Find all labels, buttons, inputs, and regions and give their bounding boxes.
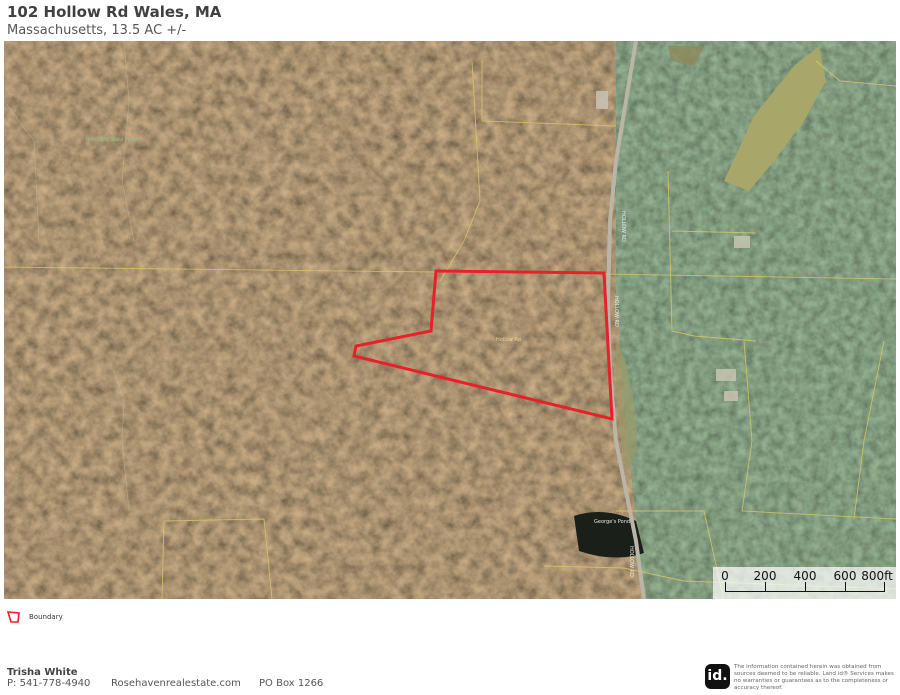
- scale-line: [725, 582, 885, 592]
- road-label-mid: HOLLOW RD: [613, 296, 619, 327]
- map-header: 102 Hollow Rd Wales, MA Massachusetts, 1…: [7, 3, 221, 39]
- scale-label-200: 200: [753, 569, 777, 583]
- disclaimer-text: The information contained herein was obt…: [734, 664, 894, 691]
- aerial-map-canvas: Brimfield State Forest HOLLOW RD HOLLOW …: [4, 41, 896, 599]
- landid-logo: id.: [705, 664, 730, 689]
- state-forest-label: Brimfield State Forest: [86, 137, 140, 143]
- legend-label: Boundary: [29, 613, 63, 621]
- road-label-north: HOLLOW RD: [620, 211, 626, 242]
- boundary-polygon-icon: [7, 611, 20, 623]
- aerial-map[interactable]: Brimfield State Forest HOLLOW RD HOLLOW …: [4, 41, 896, 599]
- agent-website[interactable]: Rosehavenrealestate.com: [111, 678, 241, 689]
- page-title: 102 Hollow Rd Wales, MA: [7, 3, 222, 21]
- scale-label-600: 600: [833, 569, 857, 583]
- road-label-south: HOLLOW RD: [628, 546, 634, 577]
- agent-name: Trisha White: [7, 667, 78, 678]
- pond-label: George's Pond: [594, 519, 630, 525]
- map-legend: Boundary: [7, 610, 63, 624]
- page-subtitle: Massachusetts, 13.5 AC +/-: [7, 23, 187, 38]
- scale-label-0: 0: [721, 569, 729, 583]
- scale-label-800ft: 800ft: [861, 569, 893, 583]
- scale-bar: 0 200 400 600 800ft: [713, 567, 896, 599]
- parcel-label: Hollow Rd: [496, 337, 521, 343]
- agent-address: PO Box 1266: [259, 678, 324, 689]
- agent-phone: P: 541-778-4940: [7, 678, 91, 689]
- scale-labels: 0 200 400 600 800ft: [719, 569, 893, 583]
- scale-label-400: 400: [793, 569, 817, 583]
